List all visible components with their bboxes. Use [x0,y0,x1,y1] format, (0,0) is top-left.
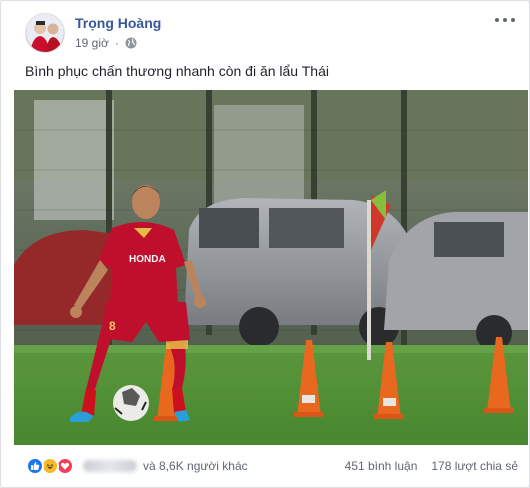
post-meta: 19 giờ · [75,36,137,50]
share-count[interactable]: 178 lượt chia sẻ [431,459,518,473]
post-card: Trọng Hoàng 19 giờ · Bình phục chấn thươ… [0,0,530,488]
more-options-icon[interactable] [495,13,515,27]
post-photo[interactable]: 8 HONDA [14,90,528,445]
avatar[interactable] [25,13,65,53]
post-text: Bình phục chấn thương nhanh còn đi ăn lẩ… [25,63,329,79]
reaction-others-text[interactable]: và 8,6K người khác [143,459,248,473]
post-footer: và 8,6K người khác 451 bình luận 178 lượ… [14,448,518,484]
dot [511,18,515,22]
post-header: Trọng Hoàng 19 giờ · [25,13,515,53]
like-icon[interactable] [26,457,44,475]
dot [503,18,507,22]
comment-count[interactable]: 451 bình luận [345,459,418,473]
author-name[interactable]: Trọng Hoàng [75,15,161,31]
globe-icon[interactable] [125,37,137,49]
post-time[interactable]: 19 giờ [75,36,109,50]
separator-dot: · [114,36,119,50]
reaction-icons[interactable] [26,457,74,475]
dot [495,18,499,22]
engagement-counts: 451 bình luận 178 lượt chia sẻ [345,459,518,473]
blurred-friend-name [83,460,137,472]
